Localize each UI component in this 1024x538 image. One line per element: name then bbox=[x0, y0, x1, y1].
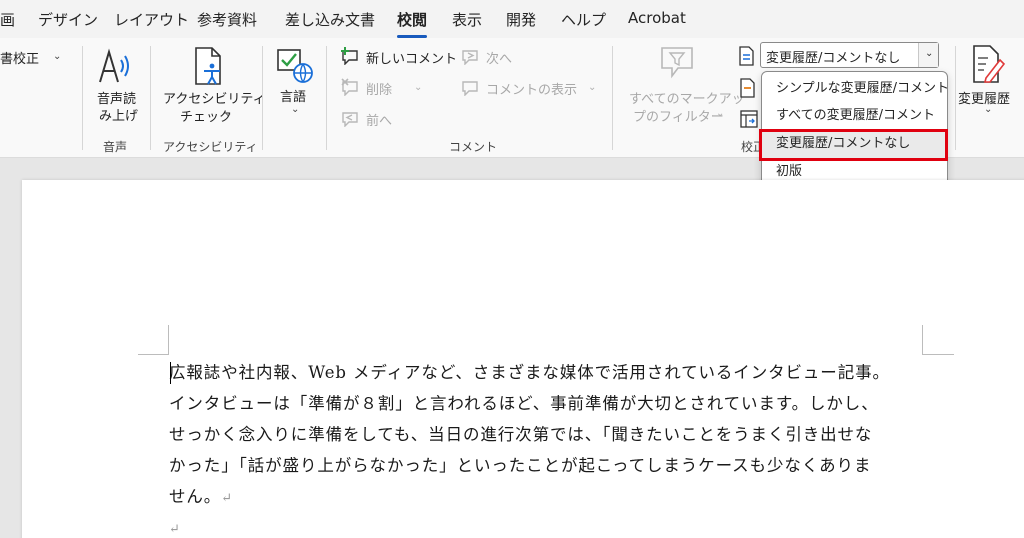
group-label-accessibility: アクセシビリティ bbox=[163, 140, 258, 154]
new-comment-label[interactable]: 新しいコメント bbox=[366, 48, 457, 67]
new-comment-icon[interactable] bbox=[341, 47, 361, 65]
previous-comment-label: 前へ bbox=[366, 114, 393, 129]
chevron-down-icon[interactable]: ⌄ bbox=[291, 104, 299, 115]
markup-filter-label-2: プのフィルター bbox=[633, 110, 724, 125]
document-body[interactable]: 広報誌や社内報、Web メディアなど、さまざまな媒体で活用されているインタビュー… bbox=[169, 357, 929, 538]
crop-mark bbox=[922, 325, 923, 355]
previous-comment-icon bbox=[342, 112, 358, 127]
group-separator bbox=[612, 46, 613, 150]
text-cursor bbox=[170, 362, 171, 384]
dropdown-arrow-button[interactable]: ⌄ bbox=[918, 43, 938, 67]
tab-view[interactable]: 表示 bbox=[452, 9, 482, 30]
tab-mailings[interactable]: 差し込み文書 bbox=[285, 9, 375, 30]
read-aloud-icon[interactable] bbox=[96, 46, 136, 86]
show-comments-label: コメントの表示 bbox=[486, 83, 578, 98]
display-for-review-dropdown[interactable]: 変更履歴/コメントなし ⌄ bbox=[760, 42, 939, 68]
accessibility-check-icon[interactable] bbox=[190, 46, 228, 86]
group-separator bbox=[326, 46, 327, 150]
chevron-down-icon: ⌄ bbox=[716, 108, 725, 119]
crop-mark bbox=[138, 354, 169, 355]
ribbon-tab-bar: 画 デザイン レイアウト 参考資料 差し込み文書 校閲 表示 開発 ヘルプ Ac… bbox=[0, 0, 1024, 38]
tab-developer[interactable]: 開発 bbox=[506, 9, 536, 30]
crop-mark bbox=[922, 354, 954, 355]
language-label: 言語 bbox=[280, 90, 307, 105]
display-for-review-selected: 変更履歴/コメントなし bbox=[766, 51, 901, 66]
paragraph-line: インタビューは「準備が８割」と言われるほど、事前準備が大切とされています。しかし… bbox=[169, 394, 879, 413]
menu-item-simple-markup[interactable]: シンプルな変更履歴/コメント bbox=[762, 75, 949, 103]
next-comment-icon bbox=[462, 50, 478, 65]
paragraph-line: かった」「話が盛り上がらなかった」といったことが起こってしまうケースも少なくあり… bbox=[169, 456, 872, 475]
tab-draw[interactable]: 画 bbox=[0, 9, 15, 30]
show-comments-icon bbox=[462, 81, 478, 96]
reviewing-pane-icon[interactable] bbox=[740, 110, 758, 128]
paragraph-line: 広報誌や社内報、Web メディアなど、さまざまな媒体で活用されているインタビュー… bbox=[169, 363, 890, 382]
next-comment-label: 次へ bbox=[486, 52, 513, 67]
editor-button-label[interactable]: 書校正 bbox=[0, 48, 39, 67]
display-for-review-icon[interactable] bbox=[738, 46, 756, 66]
paragraph-line: せん。↵ bbox=[169, 481, 929, 512]
chevron-down-icon[interactable]: ⌄ bbox=[53, 51, 61, 62]
delete-comment-icon bbox=[341, 78, 358, 96]
tab-acrobat[interactable]: Acrobat bbox=[628, 9, 686, 27]
group-label-comments: コメント bbox=[449, 140, 498, 154]
chevron-down-icon[interactable]: ⌄ bbox=[984, 104, 992, 115]
tab-design[interactable]: デザイン bbox=[38, 9, 98, 30]
empty-paragraph: ↵ bbox=[169, 512, 929, 538]
group-label-speech: 音声 bbox=[103, 140, 128, 154]
paragraph-mark-icon: ↵ bbox=[221, 491, 233, 506]
highlight-annotation-box bbox=[759, 129, 948, 161]
tab-review[interactable]: 校閲 bbox=[397, 9, 428, 38]
group-separator bbox=[150, 46, 151, 150]
chevron-down-icon: ⌄ bbox=[414, 82, 423, 93]
markup-filter-label-1: すべてのマークアッ bbox=[629, 92, 745, 107]
tab-references[interactable]: 参考資料 bbox=[197, 9, 257, 30]
accessibility-label-1: アクセシビリティ bbox=[163, 92, 266, 107]
group-separator bbox=[262, 46, 263, 150]
show-markup-icon[interactable] bbox=[740, 78, 756, 98]
menu-item-all-markup[interactable]: すべての変更履歴/コメント bbox=[762, 102, 947, 130]
group-separator bbox=[82, 46, 83, 150]
paragraph-line: せっかく念入りに準備をしても、当日の進行次第では、「聞きたいことをうまく引き出せ… bbox=[169, 425, 873, 444]
group-separator bbox=[955, 46, 956, 150]
chevron-down-icon: ⌄ bbox=[588, 82, 597, 93]
tab-layout[interactable]: レイアウト bbox=[114, 9, 189, 30]
track-changes-icon[interactable] bbox=[970, 44, 1006, 84]
paragraph-mark-icon: ↵ bbox=[169, 522, 181, 537]
crop-mark bbox=[168, 325, 169, 355]
chevron-down-icon: ⌄ bbox=[925, 48, 934, 59]
read-aloud-label-2: み上げ bbox=[99, 109, 139, 124]
language-icon[interactable] bbox=[276, 46, 314, 84]
paragraph-text: せん。 bbox=[169, 487, 222, 506]
tab-help[interactable]: ヘルプ bbox=[561, 9, 606, 30]
markup-filter-icon bbox=[661, 47, 693, 79]
chevron-down-icon[interactable]: ⌄ bbox=[224, 108, 232, 119]
delete-comment-label: 削除 bbox=[366, 83, 393, 98]
